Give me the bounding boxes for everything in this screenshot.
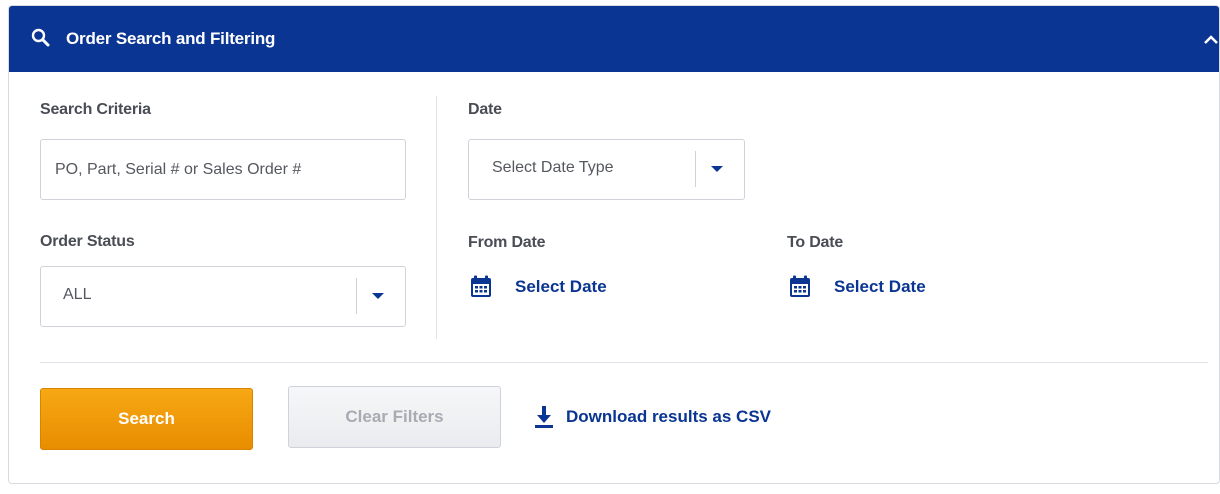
panel-title: Order Search and Filtering [66,29,276,48]
calendar-icon [471,275,491,297]
search-criteria-input[interactable] [40,139,406,200]
chevron-down-icon [711,166,723,172]
search-criteria-label: Search Criteria [40,101,151,118]
order-status-label: Order Status [40,233,135,250]
from-date-picker[interactable]: Select Date [468,274,638,300]
panel-header[interactable]: Order Search and Filtering [9,6,1219,72]
chevron-up-icon[interactable] [1199,30,1220,50]
download-csv-link[interactable]: Download results as CSV [533,405,803,429]
select-divider [695,151,696,187]
from-date-label: From Date [468,234,546,251]
search-button[interactable]: Search [40,388,253,450]
search-icon [31,28,50,47]
to-date-value: Select Date [834,277,926,296]
select-divider [356,278,357,314]
date-type-value: Select Date Type [492,159,614,176]
to-date-picker[interactable]: Select Date [787,274,957,300]
order-status-value: ALL [63,286,92,303]
date-type-select[interactable]: Select Date Type [468,139,745,200]
chevron-down-icon [372,293,384,299]
clear-filters-button[interactable]: Clear Filters [288,386,501,448]
download-csv-label: Download results as CSV [566,407,771,426]
calendar-icon [790,275,810,297]
section-divider [40,362,1208,363]
order-search-panel: Order Search and Filtering Search Criter… [8,5,1220,484]
download-icon [535,406,553,428]
column-divider [436,96,437,339]
to-date-label: To Date [787,234,844,251]
from-date-value: Select Date [515,277,607,296]
date-label: Date [468,101,502,118]
order-status-select[interactable]: ALL [40,266,406,327]
